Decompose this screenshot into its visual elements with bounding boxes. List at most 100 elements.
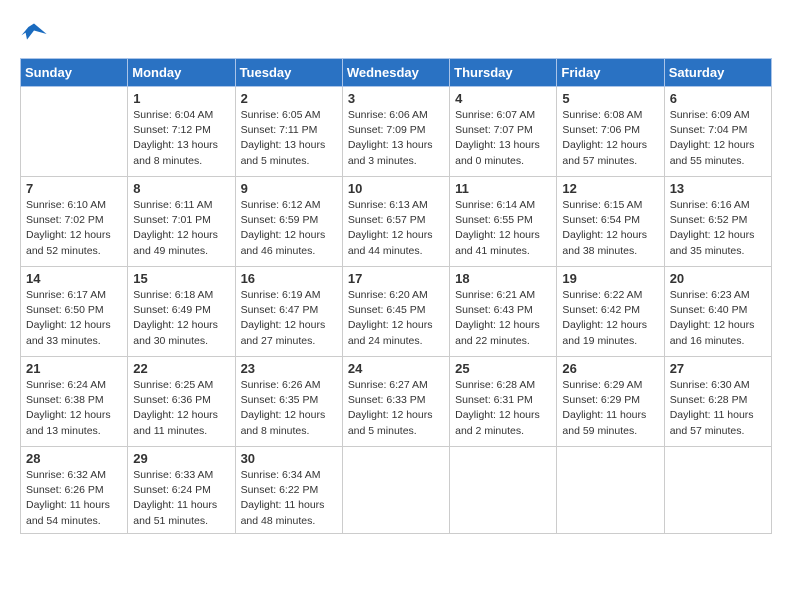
calendar-cell — [557, 447, 664, 534]
day-number: 22 — [133, 361, 229, 376]
day-number: 28 — [26, 451, 122, 466]
calendar-week-row: 28 Sunrise: 6:32 AM Sunset: 6:26 PM Dayli… — [21, 447, 772, 534]
calendar-cell: 13 Sunrise: 6:16 AM Sunset: 6:52 PM Dayli… — [664, 177, 771, 267]
calendar-cell: 17 Sunrise: 6:20 AM Sunset: 6:45 PM Dayli… — [342, 267, 449, 357]
calendar-header-row: SundayMondayTuesdayWednesdayThursdayFrid… — [21, 59, 772, 87]
day-number: 29 — [133, 451, 229, 466]
calendar-cell — [450, 447, 557, 534]
calendar-cell: 11 Sunrise: 6:14 AM Sunset: 6:55 PM Dayli… — [450, 177, 557, 267]
calendar-table: SundayMondayTuesdayWednesdayThursdayFrid… — [20, 58, 772, 534]
day-info: Sunrise: 6:26 AM Sunset: 6:35 PM Dayligh… — [241, 378, 337, 439]
calendar-cell: 6 Sunrise: 6:09 AM Sunset: 7:04 PM Daylig… — [664, 87, 771, 177]
calendar-cell: 15 Sunrise: 6:18 AM Sunset: 6:49 PM Dayli… — [128, 267, 235, 357]
day-info: Sunrise: 6:06 AM Sunset: 7:09 PM Dayligh… — [348, 108, 444, 169]
day-info: Sunrise: 6:18 AM Sunset: 6:49 PM Dayligh… — [133, 288, 229, 349]
day-number: 13 — [670, 181, 766, 196]
header-friday: Friday — [557, 59, 664, 87]
calendar-cell: 3 Sunrise: 6:06 AM Sunset: 7:09 PM Daylig… — [342, 87, 449, 177]
calendar-cell: 25 Sunrise: 6:28 AM Sunset: 6:31 PM Dayli… — [450, 357, 557, 447]
calendar-cell: 8 Sunrise: 6:11 AM Sunset: 7:01 PM Daylig… — [128, 177, 235, 267]
day-number: 6 — [670, 91, 766, 106]
day-number: 21 — [26, 361, 122, 376]
day-number: 8 — [133, 181, 229, 196]
day-info: Sunrise: 6:13 AM Sunset: 6:57 PM Dayligh… — [348, 198, 444, 259]
calendar-cell: 2 Sunrise: 6:05 AM Sunset: 7:11 PM Daylig… — [235, 87, 342, 177]
calendar-week-row: 7Sunrise: 6:10 AM Sunset: 7:02 PM Daylig… — [21, 177, 772, 267]
day-info: Sunrise: 6:28 AM Sunset: 6:31 PM Dayligh… — [455, 378, 551, 439]
header-saturday: Saturday — [664, 59, 771, 87]
day-info: Sunrise: 6:16 AM Sunset: 6:52 PM Dayligh… — [670, 198, 766, 259]
day-info: Sunrise: 6:14 AM Sunset: 6:55 PM Dayligh… — [455, 198, 551, 259]
header-thursday: Thursday — [450, 59, 557, 87]
day-number: 2 — [241, 91, 337, 106]
calendar-week-row: 14 Sunrise: 6:17 AM Sunset: 6:50 PM Dayli… — [21, 267, 772, 357]
day-number: 10 — [348, 181, 444, 196]
day-info: Sunrise: 6:09 AM Sunset: 7:04 PM Dayligh… — [670, 108, 766, 169]
calendar-cell — [664, 447, 771, 534]
calendar-cell — [342, 447, 449, 534]
calendar-cell: 24Sunrise: 6:27 AM Sunset: 6:33 PM Dayli… — [342, 357, 449, 447]
day-info: Sunrise: 6:12 AM Sunset: 6:59 PM Dayligh… — [241, 198, 337, 259]
calendar-cell: 9Sunrise: 6:12 AM Sunset: 6:59 PM Daylig… — [235, 177, 342, 267]
calendar-cell: 7Sunrise: 6:10 AM Sunset: 7:02 PM Daylig… — [21, 177, 128, 267]
day-info: Sunrise: 6:22 AM Sunset: 6:42 PM Dayligh… — [562, 288, 658, 349]
calendar-cell: 16 Sunrise: 6:19 AM Sunset: 6:47 PM Dayli… — [235, 267, 342, 357]
day-number: 16 — [241, 271, 337, 286]
day-number: 27 — [670, 361, 766, 376]
calendar-cell: 27Sunrise: 6:30 AM Sunset: 6:28 PM Dayli… — [664, 357, 771, 447]
day-info: Sunrise: 6:23 AM Sunset: 6:40 PM Dayligh… — [670, 288, 766, 349]
day-number: 20 — [670, 271, 766, 286]
day-number: 23 — [241, 361, 337, 376]
day-number: 11 — [455, 181, 551, 196]
day-info: Sunrise: 6:10 AM Sunset: 7:02 PM Dayligh… — [26, 198, 122, 259]
day-info: Sunrise: 6:20 AM Sunset: 6:45 PM Dayligh… — [348, 288, 444, 349]
calendar-cell: 14 Sunrise: 6:17 AM Sunset: 6:50 PM Dayli… — [21, 267, 128, 357]
header-wednesday: Wednesday — [342, 59, 449, 87]
calendar-cell: 28 Sunrise: 6:32 AM Sunset: 6:26 PM Dayli… — [21, 447, 128, 534]
day-info: Sunrise: 6:32 AM Sunset: 6:26 PM Dayligh… — [26, 468, 122, 529]
day-number: 24 — [348, 361, 444, 376]
calendar-cell: 4Sunrise: 6:07 AM Sunset: 7:07 PM Daylig… — [450, 87, 557, 177]
calendar-cell: 10 Sunrise: 6:13 AM Sunset: 6:57 PM Dayli… — [342, 177, 449, 267]
day-number: 14 — [26, 271, 122, 286]
day-number: 19 — [562, 271, 658, 286]
day-info: Sunrise: 6:17 AM Sunset: 6:50 PM Dayligh… — [26, 288, 122, 349]
day-info: Sunrise: 6:11 AM Sunset: 7:01 PM Dayligh… — [133, 198, 229, 259]
day-number: 5 — [562, 91, 658, 106]
day-number: 15 — [133, 271, 229, 286]
day-info: Sunrise: 6:05 AM Sunset: 7:11 PM Dayligh… — [241, 108, 337, 169]
header-monday: Monday — [128, 59, 235, 87]
day-number: 30 — [241, 451, 337, 466]
day-number: 3 — [348, 91, 444, 106]
calendar-cell: 12 Sunrise: 6:15 AM Sunset: 6:54 PM Dayli… — [557, 177, 664, 267]
calendar-cell — [21, 87, 128, 177]
calendar-cell: 29Sunrise: 6:33 AM Sunset: 6:24 PM Dayli… — [128, 447, 235, 534]
day-info: Sunrise: 6:34 AM Sunset: 6:22 PM Dayligh… — [241, 468, 337, 529]
day-number: 1 — [133, 91, 229, 106]
calendar-cell: 20 Sunrise: 6:23 AM Sunset: 6:40 PM Dayli… — [664, 267, 771, 357]
day-info: Sunrise: 6:04 AM Sunset: 7:12 PM Dayligh… — [133, 108, 229, 169]
day-info: Sunrise: 6:25 AM Sunset: 6:36 PM Dayligh… — [133, 378, 229, 439]
day-number: 17 — [348, 271, 444, 286]
day-number: 12 — [562, 181, 658, 196]
calendar-cell: 22 Sunrise: 6:25 AM Sunset: 6:36 PM Dayli… — [128, 357, 235, 447]
day-number: 25 — [455, 361, 551, 376]
header-tuesday: Tuesday — [235, 59, 342, 87]
day-info: Sunrise: 6:21 AM Sunset: 6:43 PM Dayligh… — [455, 288, 551, 349]
day-number: 26 — [562, 361, 658, 376]
day-number: 4 — [455, 91, 551, 106]
calendar-cell: 18Sunrise: 6:21 AM Sunset: 6:43 PM Dayli… — [450, 267, 557, 357]
calendar-week-row: 21Sunrise: 6:24 AM Sunset: 6:38 PM Dayli… — [21, 357, 772, 447]
day-info: Sunrise: 6:29 AM Sunset: 6:29 PM Dayligh… — [562, 378, 658, 439]
day-info: Sunrise: 6:15 AM Sunset: 6:54 PM Dayligh… — [562, 198, 658, 259]
day-info: Sunrise: 6:08 AM Sunset: 7:06 PM Dayligh… — [562, 108, 658, 169]
calendar-cell: 21Sunrise: 6:24 AM Sunset: 6:38 PM Dayli… — [21, 357, 128, 447]
calendar-cell: 19 Sunrise: 6:22 AM Sunset: 6:42 PM Dayli… — [557, 267, 664, 357]
day-info: Sunrise: 6:19 AM Sunset: 6:47 PM Dayligh… — [241, 288, 337, 349]
calendar-week-row: 1 Sunrise: 6:04 AM Sunset: 7:12 PM Daylig… — [21, 87, 772, 177]
calendar-cell: 1 Sunrise: 6:04 AM Sunset: 7:12 PM Daylig… — [128, 87, 235, 177]
calendar-cell: 30 Sunrise: 6:34 AM Sunset: 6:22 PM Dayli… — [235, 447, 342, 534]
calendar-cell: 5 Sunrise: 6:08 AM Sunset: 7:06 PM Daylig… — [557, 87, 664, 177]
logo — [20, 20, 52, 48]
header-sunday: Sunday — [21, 59, 128, 87]
